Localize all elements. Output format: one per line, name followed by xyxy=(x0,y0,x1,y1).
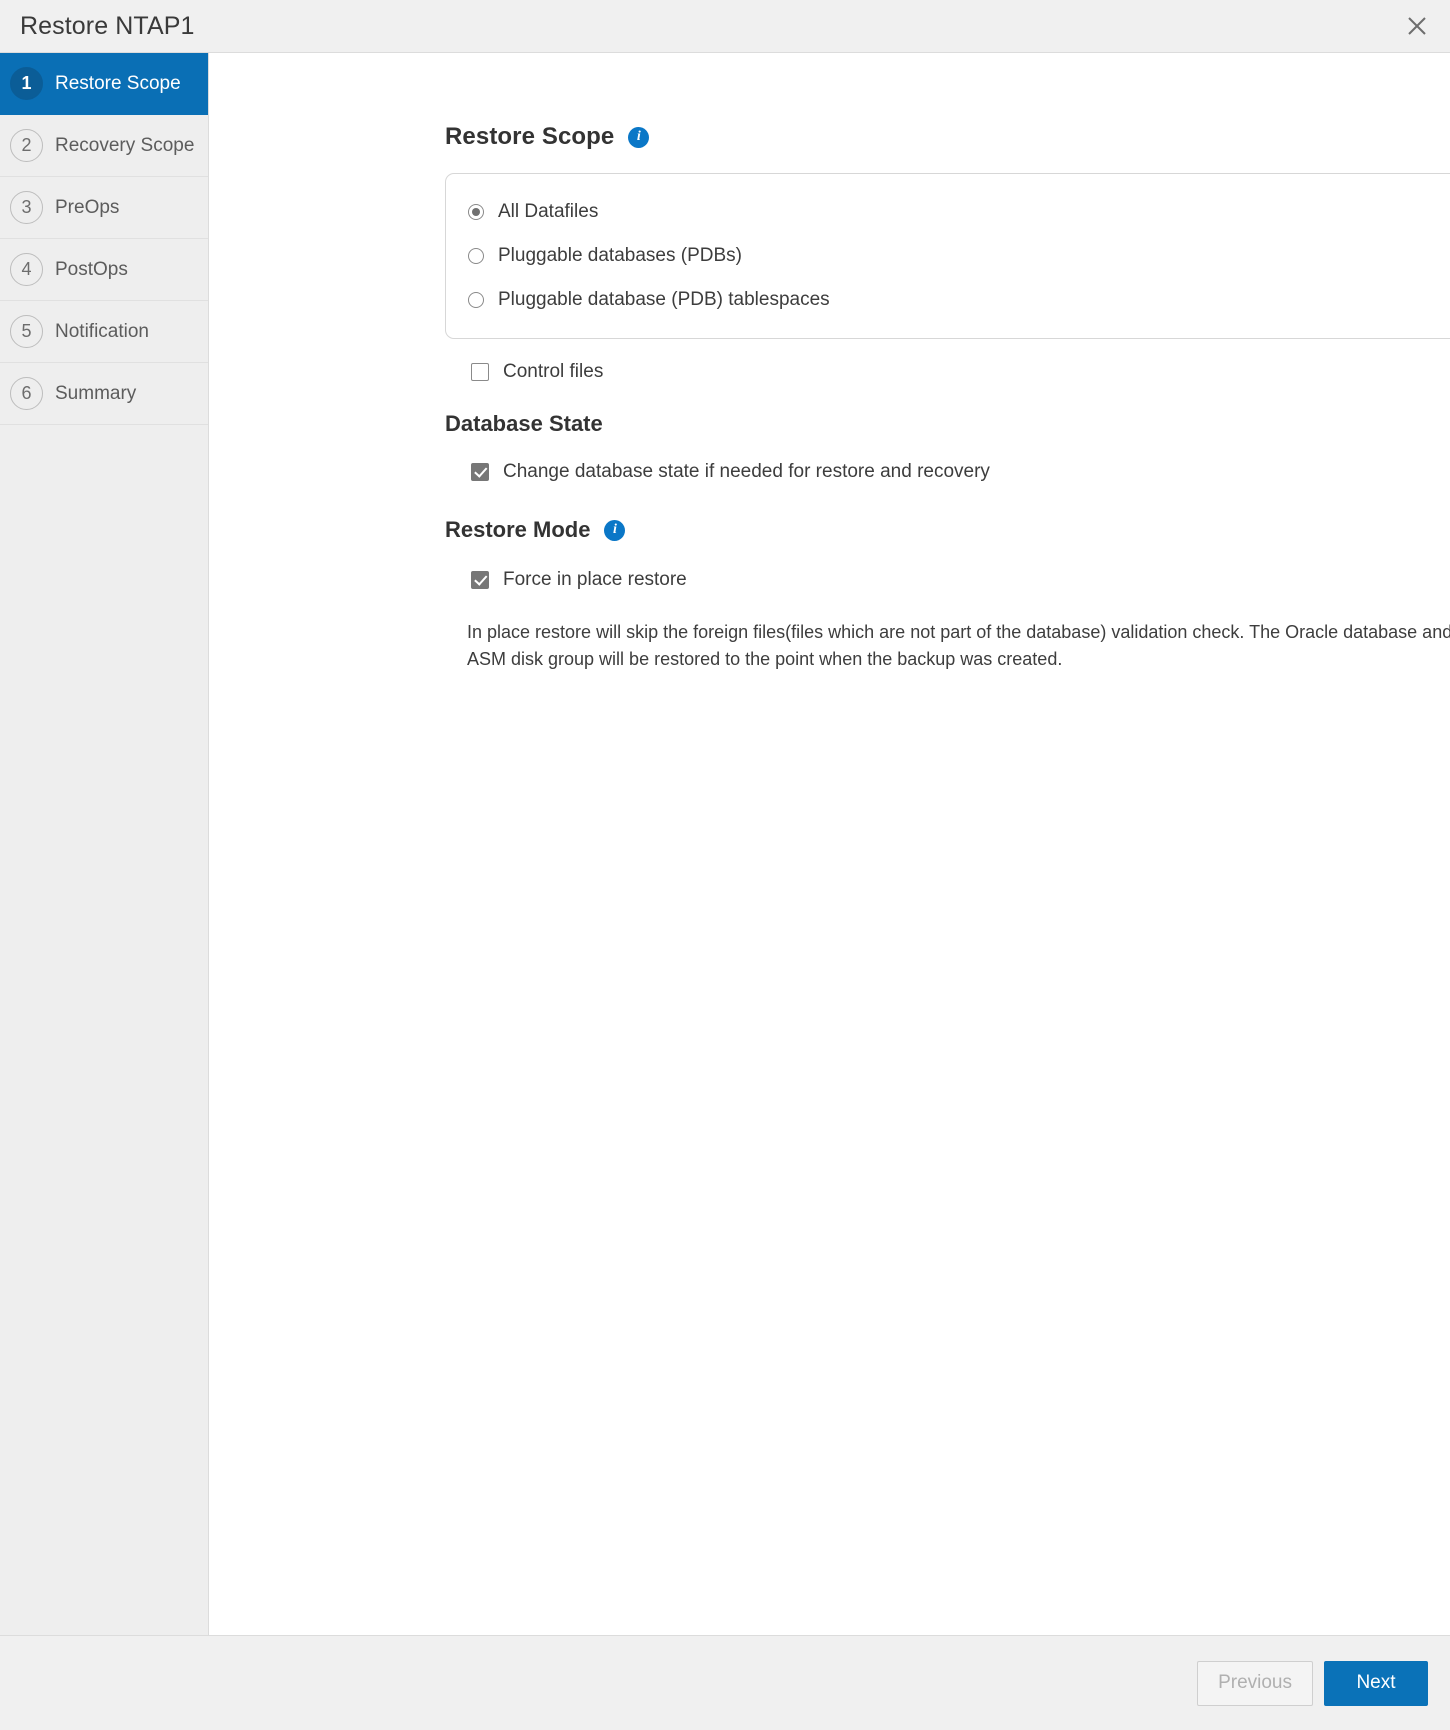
database-state-heading: Database State xyxy=(445,411,603,436)
sidebar-item-label: PostOps xyxy=(55,258,128,280)
checkbox-label: Change database state if needed for rest… xyxy=(503,461,990,482)
step-number: 3 xyxy=(10,191,43,224)
dialog-footer: Previous Next xyxy=(0,1635,1450,1730)
radio-option-pluggable-databases[interactable]: Pluggable databases (PDBs) xyxy=(468,240,1450,272)
sidebar-item-label: Restore Scope xyxy=(55,72,181,94)
checkbox-indicator[interactable] xyxy=(471,571,489,589)
radio-option-pdb-tablespaces[interactable]: Pluggable database (PDB) tablespaces xyxy=(468,284,1450,316)
checkbox-force-in-place-restore[interactable]: Force in place restore xyxy=(471,569,1450,591)
sidebar-item-label: Notification xyxy=(55,320,149,342)
restore-scope-radio-group: All Datafiles Pluggable databases (PDBs)… xyxy=(445,173,1450,339)
restore-scope-heading: Restore Scope xyxy=(445,123,615,150)
dialog-body: 1 Restore Scope 2 Recovery Scope 3 PreOp… xyxy=(0,53,1450,1635)
checkbox-indicator[interactable] xyxy=(471,463,489,481)
wizard-content-panel: Restore Scope i All Datafiles Pluggable … xyxy=(209,53,1450,1635)
step-number: 6 xyxy=(10,377,43,410)
sidebar-filler xyxy=(0,425,208,1635)
next-button[interactable]: Next xyxy=(1324,1660,1428,1706)
step-number: 2 xyxy=(10,129,43,162)
sidebar-item-label: PreOps xyxy=(55,196,120,218)
radio-indicator[interactable] xyxy=(468,248,484,264)
restore-wizard-dialog: Restore NTAP1 1 Restore Scope 2 Recovery… xyxy=(0,0,1450,1730)
step-number: 4 xyxy=(10,253,43,286)
sidebar-item-notification[interactable]: 5 Notification xyxy=(0,301,208,363)
sidebar-item-recovery-scope[interactable]: 2 Recovery Scope xyxy=(0,115,208,177)
sidebar-item-label: Recovery Scope xyxy=(55,134,195,156)
dialog-titlebar: Restore NTAP1 xyxy=(0,0,1450,53)
close-icon[interactable] xyxy=(1400,9,1434,43)
radio-label: Pluggable database (PDB) tablespaces xyxy=(498,289,830,310)
previous-button[interactable]: Previous xyxy=(1197,1660,1313,1706)
dialog-title: Restore NTAP1 xyxy=(20,11,195,40)
radio-label: All Datafiles xyxy=(498,201,599,222)
info-icon[interactable]: i xyxy=(628,126,650,148)
wizard-steps-sidebar: 1 Restore Scope 2 Recovery Scope 3 PreOp… xyxy=(0,53,209,1635)
checkbox-label: Control files xyxy=(503,361,604,382)
checkbox-change-database-state[interactable]: Change database state if needed for rest… xyxy=(471,461,1450,483)
step-number: 1 xyxy=(10,67,43,100)
checkbox-indicator[interactable] xyxy=(471,363,489,381)
radio-indicator[interactable] xyxy=(468,292,484,308)
radio-option-all-datafiles[interactable]: All Datafiles xyxy=(468,196,1450,228)
restore-mode-description: In place restore will skip the foreign f… xyxy=(467,622,1450,670)
sidebar-item-label: Summary xyxy=(55,382,137,404)
step-number: 5 xyxy=(10,315,43,348)
restore-mode-heading: Restore Mode xyxy=(445,517,591,542)
sidebar-item-postops[interactable]: 4 PostOps xyxy=(0,239,208,301)
sidebar-item-summary[interactable]: 6 Summary xyxy=(0,363,208,425)
sidebar-item-restore-scope[interactable]: 1 Restore Scope xyxy=(0,53,208,115)
checkbox-label: Force in place restore xyxy=(503,569,687,590)
radio-label: Pluggable databases (PDBs) xyxy=(498,245,742,266)
sidebar-item-preops[interactable]: 3 PreOps xyxy=(0,177,208,239)
restore-scope-header: Restore Scope i xyxy=(445,123,1450,151)
radio-indicator[interactable] xyxy=(468,204,484,220)
restore-mode-header: Restore Mode i xyxy=(445,517,1450,543)
checkbox-control-files[interactable]: Control files xyxy=(471,361,1450,383)
info-icon[interactable]: i xyxy=(604,519,626,541)
